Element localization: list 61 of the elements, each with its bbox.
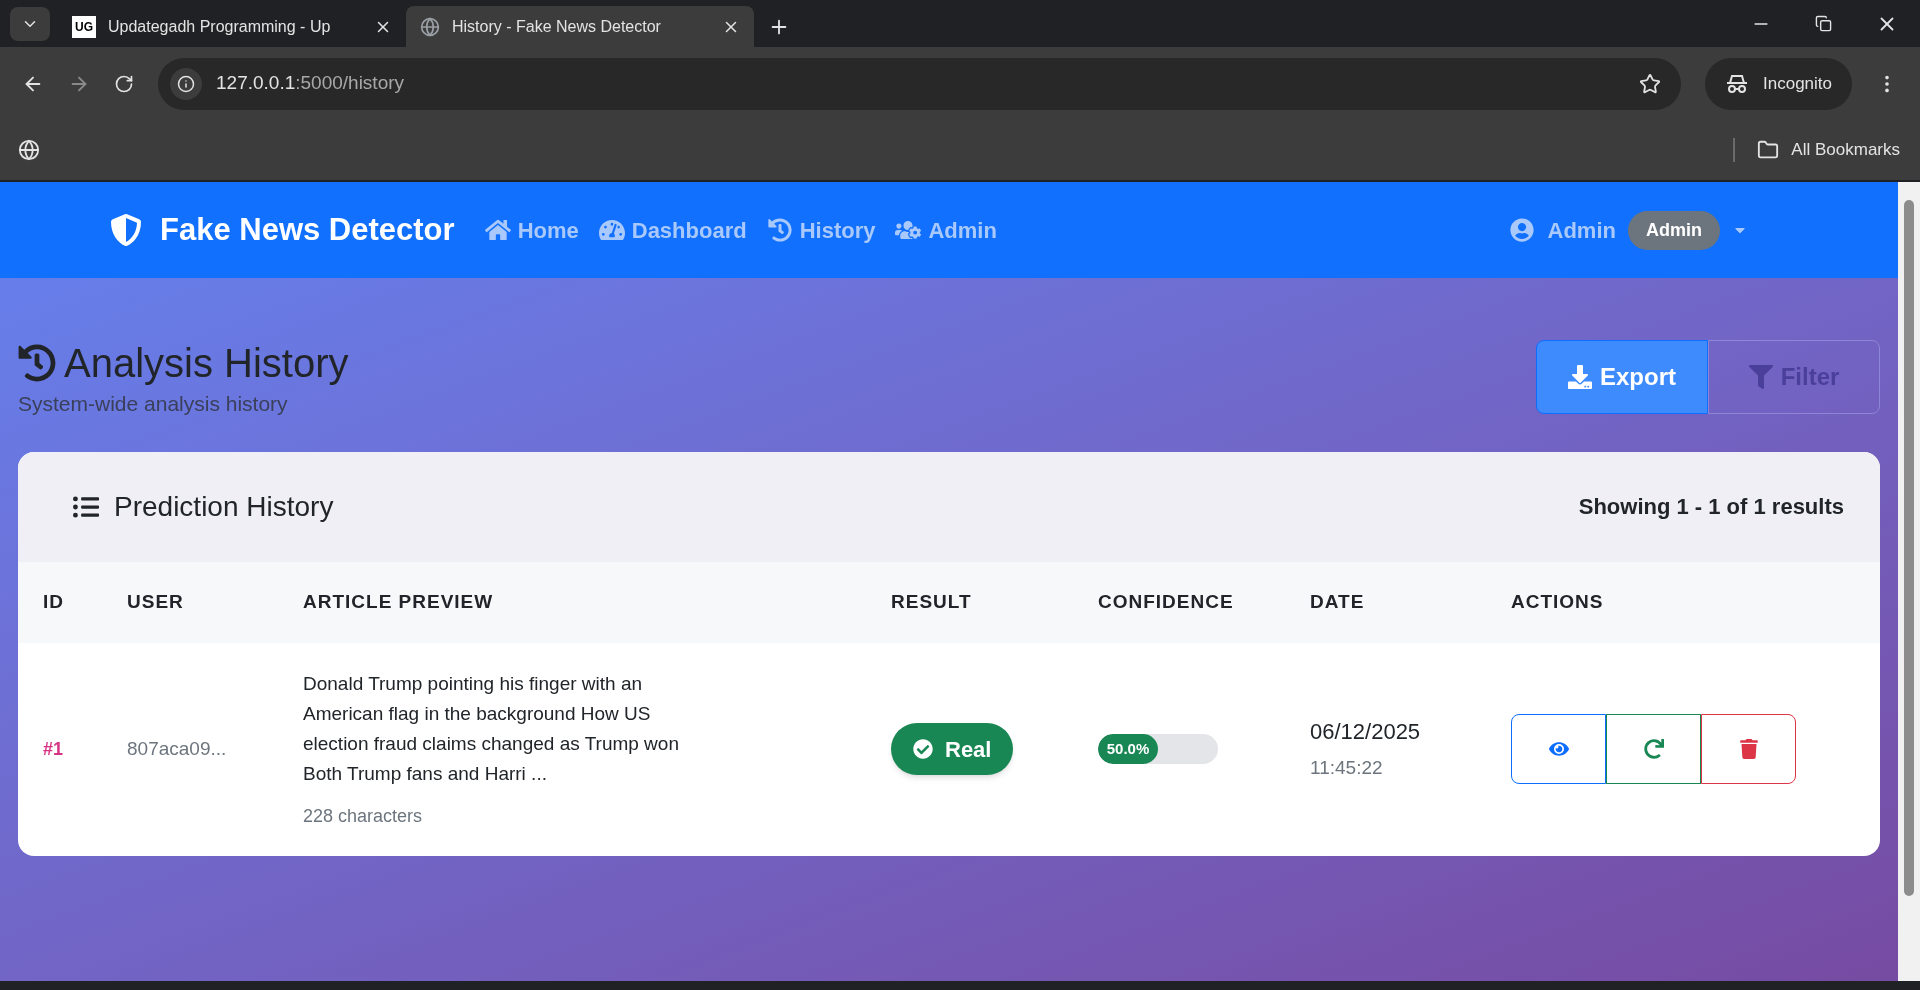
results-summary: Showing 1 - 1 of 1 results (1578, 493, 1844, 521)
filter-icon (1748, 365, 1773, 389)
date-text: 06/12/2025 (1310, 718, 1422, 747)
history-icon (766, 218, 793, 242)
address-bar[interactable]: 127.0.0.1:5000/history (158, 57, 1681, 110)
confidence-value: 50.0% (1106, 738, 1150, 759)
star-icon[interactable] (1639, 72, 1661, 95)
redo-icon (1643, 739, 1664, 759)
users-gear-icon (895, 218, 922, 242)
folder-icon[interactable] (1757, 139, 1780, 161)
column-header: ARTICLE PREVIEW (303, 589, 495, 614)
bookmarks-link[interactable]: All Bookmarks (1791, 137, 1900, 163)
brand-name[interactable]: Fake News Detector (160, 206, 455, 254)
page-title: Analysis History (64, 340, 349, 386)
globe-icon (420, 16, 440, 37)
tab-title: History - Fake News Detector (452, 16, 662, 37)
delete-button[interactable] (1701, 714, 1796, 784)
history-icon (18, 344, 56, 382)
reload-icon[interactable] (114, 73, 134, 94)
result-badge: Real (891, 723, 1014, 775)
card-title: Prediction History (114, 489, 334, 524)
download-icon (1568, 365, 1592, 389)
character-count: 228 characters (303, 804, 424, 828)
column-header: ID (43, 589, 65, 614)
time-text: 11:45:22 (1310, 756, 1384, 781)
column-header: USER (127, 589, 185, 614)
nav-link[interactable]: Dashboard (598, 213, 747, 247)
reanalyze-button[interactable] (1606, 714, 1701, 784)
column-header: CONFIDENCE (1098, 589, 1235, 614)
user-avatar-icon (1509, 218, 1534, 242)
page-subtitle: System-wide analysis history (18, 391, 289, 417)
column-header: DATE (1310, 589, 1366, 614)
user-id: 807aca09... (127, 736, 228, 761)
nav-link[interactable]: Admin (895, 213, 997, 247)
browser-tab[interactable]: UG Updategadh Programming - Up (58, 6, 406, 47)
restore-icon[interactable] (1815, 15, 1832, 32)
site-logo: UG (72, 15, 96, 38)
role-badge: Admin (1628, 210, 1720, 250)
user-name[interactable]: Admin (1547, 213, 1616, 247)
incognito-icon (1725, 73, 1749, 94)
globe-icon[interactable] (18, 139, 40, 161)
info-icon[interactable] (177, 74, 195, 93)
house-icon (484, 218, 511, 242)
export-button[interactable]: Export (1536, 340, 1708, 414)
column-header: ACTIONS (1511, 589, 1605, 614)
nav-link[interactable]: History (766, 213, 876, 247)
trash-icon (1738, 739, 1759, 759)
eye-icon (1548, 739, 1569, 759)
incognito-button[interactable]: Incognito (1705, 57, 1852, 110)
column-header: RESULT (891, 589, 973, 614)
tab-list-button[interactable] (10, 7, 50, 41)
nav-link[interactable]: Home (484, 213, 579, 247)
tab-title: Updategadh Programming - Up (108, 16, 332, 37)
browser-tab[interactable]: History - Fake News Detector (406, 6, 754, 47)
row-id: #1 (43, 737, 65, 761)
article-preview: Donald Trump pointing his finger with an American flag in the background How US election fraud claims changed as Trump won Both Trump fans and Harri ... (303, 671, 680, 786)
gauge-icon (598, 218, 625, 242)
list-icon (72, 493, 100, 520)
shield-icon (110, 213, 142, 247)
url-text: 127.0.0.1:5000/history (216, 71, 405, 96)
view-button[interactable] (1511, 714, 1606, 784)
